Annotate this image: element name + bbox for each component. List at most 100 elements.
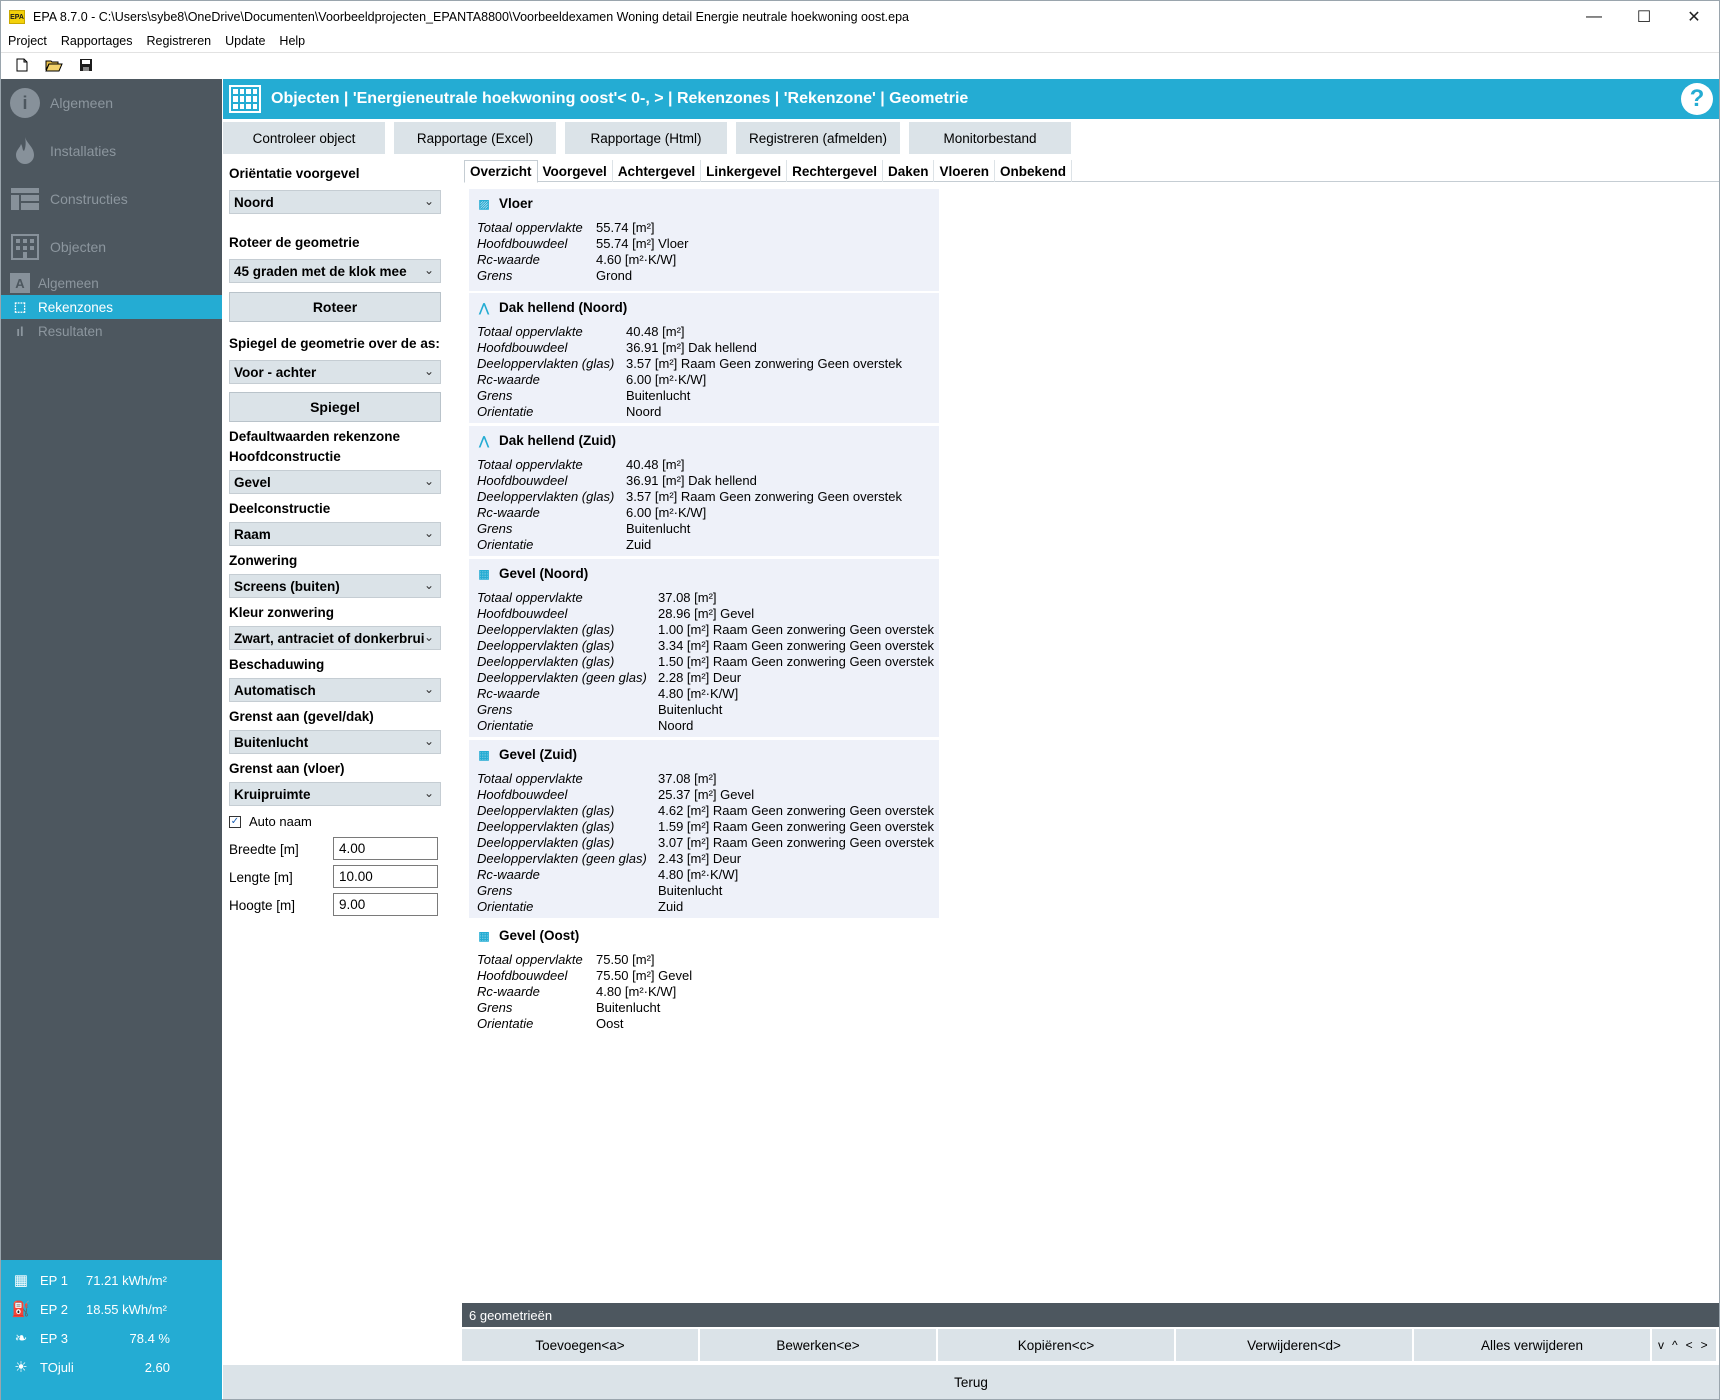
- grenst-vloer-select[interactable]: Kruipruimte ⌄: [229, 782, 441, 806]
- deelconstructie-value: Raam: [234, 526, 271, 542]
- property-value: 3.07 [m²] Raam Geen zonwering Geen overs…: [658, 834, 935, 850]
- verwijderen-button[interactable]: Verwijderen<d>: [1176, 1329, 1412, 1361]
- chevron-down-icon: ⌄: [423, 526, 434, 540]
- save-disk-icon[interactable]: [75, 56, 97, 74]
- grenst-gevel-select[interactable]: Buitenlucht ⌄: [229, 730, 441, 754]
- tab-linkergevel[interactable]: Linkergevel: [701, 160, 788, 182]
- grenst-vloer-label: Grenst aan (vloer): [229, 761, 345, 776]
- geometry-property-row: Totaal oppervlakte 55.74 [m²]: [477, 219, 655, 235]
- geometry-card[interactable]: ▨ Vloer Totaal oppervlakte 55.74 [m²] Hoofdb…: [469, 189, 939, 291]
- roteer-button[interactable]: Roteer: [229, 292, 441, 322]
- new-file-icon[interactable]: [11, 56, 33, 74]
- alles-verwijderen-button[interactable]: Alles verwijderen: [1414, 1329, 1650, 1361]
- maximize-button[interactable]: ☐: [1619, 1, 1669, 33]
- roteer-select[interactable]: 45 graden met de klok mee ⌄: [229, 259, 441, 283]
- zonwering-select[interactable]: Screens (buiten) ⌄: [229, 574, 441, 598]
- geometry-property-row: Deeloppervlakten (geen glas) 2.28 [m²] De…: [477, 669, 741, 685]
- menu-rapportages[interactable]: Rapportages: [54, 34, 140, 48]
- sun-icon: ☀: [14, 1359, 28, 1376]
- open-folder-icon[interactable]: [43, 56, 65, 74]
- geometry-card[interactable]: ▦ Gevel (Noord) Totaal oppervlakte 37.08 [m…: [469, 559, 939, 737]
- property-key: Deeloppervlakten (geen glas): [477, 669, 647, 685]
- geometry-card-title-text: Dak hellend (Noord): [499, 300, 628, 315]
- move-up-button[interactable]: ^: [1672, 1338, 1678, 1352]
- tab-voorgevel[interactable]: Voorgevel: [538, 160, 613, 182]
- menu-help[interactable]: Help: [272, 34, 312, 48]
- spiegel-select[interactable]: Voor - achter ⌄: [229, 360, 441, 384]
- tab-overzicht[interactable]: Overzicht: [464, 160, 538, 183]
- next-button[interactable]: >: [1701, 1338, 1708, 1352]
- tab-daken[interactable]: Daken: [883, 160, 935, 182]
- help-icon[interactable]: ?: [1681, 83, 1713, 115]
- geometry-property-row: Orientatie Zuid: [477, 536, 651, 552]
- sidebar-item-algemeen[interactable]: i Algemeen: [1, 83, 222, 123]
- status-label: EP 3: [40, 1330, 68, 1346]
- tab-onbekend[interactable]: Onbekend: [995, 160, 1073, 182]
- terug-button[interactable]: Terug: [223, 1365, 1719, 1399]
- geometry-card[interactable]: ⋀ Dak hellend (Noord) Totaal oppervlakte 40…: [469, 293, 939, 423]
- property-value: 4.62 [m²] Raam Geen zonwering Geen overs…: [658, 802, 935, 818]
- property-value: 37.08 [m²]: [658, 589, 717, 605]
- breedte-input[interactable]: 4.00: [333, 837, 438, 860]
- property-key: Rc-waarde: [477, 504, 540, 520]
- grenst-gevel-value: Buitenlucht: [234, 734, 309, 750]
- sidebar-subitem-resultaten[interactable]: ıl Resultaten: [1, 319, 222, 343]
- beschaduwing-select[interactable]: Automatisch ⌄: [229, 678, 441, 702]
- status-value: 78.4 %: [129, 1330, 170, 1346]
- menu-project[interactable]: Project: [1, 34, 54, 48]
- kleur-zonwering-select[interactable]: Zwart, antraciet of donkerbrui ⌄: [229, 626, 441, 650]
- property-key: Rc-waarde: [477, 866, 540, 882]
- property-key: Hoofdbouwdeel: [477, 967, 568, 983]
- property-value: Zuid: [626, 536, 652, 552]
- minimize-button[interactable]: —: [1569, 1, 1619, 33]
- fuel-pump-icon: ⛽: [11, 1301, 31, 1318]
- toevoegen-button[interactable]: Toevoegen<a>: [462, 1329, 698, 1361]
- spiegel-button[interactable]: Spiegel: [229, 392, 441, 422]
- rapportage-excel-button[interactable]: Rapportage (Excel): [394, 122, 556, 154]
- property-value: 36.91 [m²] Dak hellend: [626, 339, 757, 355]
- floor-icon: ▨: [478, 196, 490, 211]
- hoogte-input[interactable]: 9.00: [333, 893, 438, 916]
- tab-vloeren[interactable]: Vloeren: [934, 160, 996, 182]
- rapportage-html-button[interactable]: Rapportage (Html): [565, 122, 727, 154]
- default-label: Defaultwaarden rekenzone: [229, 429, 401, 444]
- auto-naam-label: Auto naam: [249, 814, 312, 829]
- previous-button[interactable]: <: [1686, 1338, 1693, 1352]
- geometry-card[interactable]: ⋀ Dak hellend (Zuid) Totaal oppervlakte 40.…: [469, 426, 939, 556]
- hoofdconstructie-select[interactable]: Gevel ⌄: [229, 470, 441, 494]
- geometry-property-row: Deeloppervlakten (glas) 1.00 [m²] Raam Ge…: [477, 621, 934, 637]
- tab-rechtergevel[interactable]: Rechtergevel: [787, 160, 883, 182]
- kopieren-button[interactable]: Kopiëren<c>: [938, 1329, 1174, 1361]
- orientatie-select[interactable]: Noord ⌄: [229, 190, 441, 214]
- checkbox-checked-icon[interactable]: ✓: [229, 815, 241, 828]
- sidebar-item-installaties[interactable]: Installaties: [1, 131, 222, 171]
- monitorbestand-button[interactable]: Monitorbestand: [909, 122, 1071, 154]
- grenst-gevel-label: Grenst aan (gevel/dak): [229, 709, 374, 724]
- sidebar-subitem-algemeen[interactable]: A Algemeen: [1, 271, 222, 295]
- registreren-afmelden-button[interactable]: Registreren (afmelden): [736, 122, 900, 154]
- controleer-object-button[interactable]: Controleer object: [223, 122, 385, 154]
- status-ep1: ▦ EP 1 71.21 kWh/m²: [1, 1266, 222, 1294]
- chevron-down-icon: ⌄: [423, 474, 434, 488]
- geometry-card[interactable]: ▦ Gevel (Oost) Totaal oppervlakte 75.50 [m²…: [469, 921, 939, 1037]
- roteer-label: Roteer de geometrie: [229, 235, 360, 250]
- bewerken-button[interactable]: Bewerken<e>: [700, 1329, 936, 1361]
- menu-update[interactable]: Update: [218, 34, 272, 48]
- sidebar-item-objecten[interactable]: Objecten: [1, 227, 222, 267]
- move-down-button[interactable]: v: [1658, 1338, 1664, 1352]
- sidebar-item-label: Algemeen: [38, 275, 99, 291]
- property-key: Grens: [477, 520, 513, 536]
- deelconstructie-select[interactable]: Raam ⌄: [229, 522, 441, 546]
- property-key: Grens: [477, 387, 513, 403]
- close-button[interactable]: ✕: [1669, 1, 1719, 33]
- sidebar-subitem-rekenzones[interactable]: ⬚ Rekenzones: [1, 295, 222, 319]
- auto-naam-checkbox[interactable]: ✓ Auto naam: [229, 814, 312, 829]
- sidebar-item-constructies[interactable]: Constructies: [1, 179, 222, 219]
- tab-achtergevel[interactable]: Achtergevel: [613, 160, 702, 182]
- status-ep3: ❧ EP 3 78.4 %: [1, 1324, 222, 1352]
- lengte-input[interactable]: 10.00: [333, 865, 438, 888]
- geometry-card[interactable]: ▦ Gevel (Zuid) Totaal oppervlakte 37.08 [m²…: [469, 740, 939, 918]
- epa-logo-icon: EPA: [9, 10, 25, 24]
- menu-registreren[interactable]: Registreren: [139, 34, 218, 48]
- property-key: Deeloppervlakten (glas): [477, 834, 615, 850]
